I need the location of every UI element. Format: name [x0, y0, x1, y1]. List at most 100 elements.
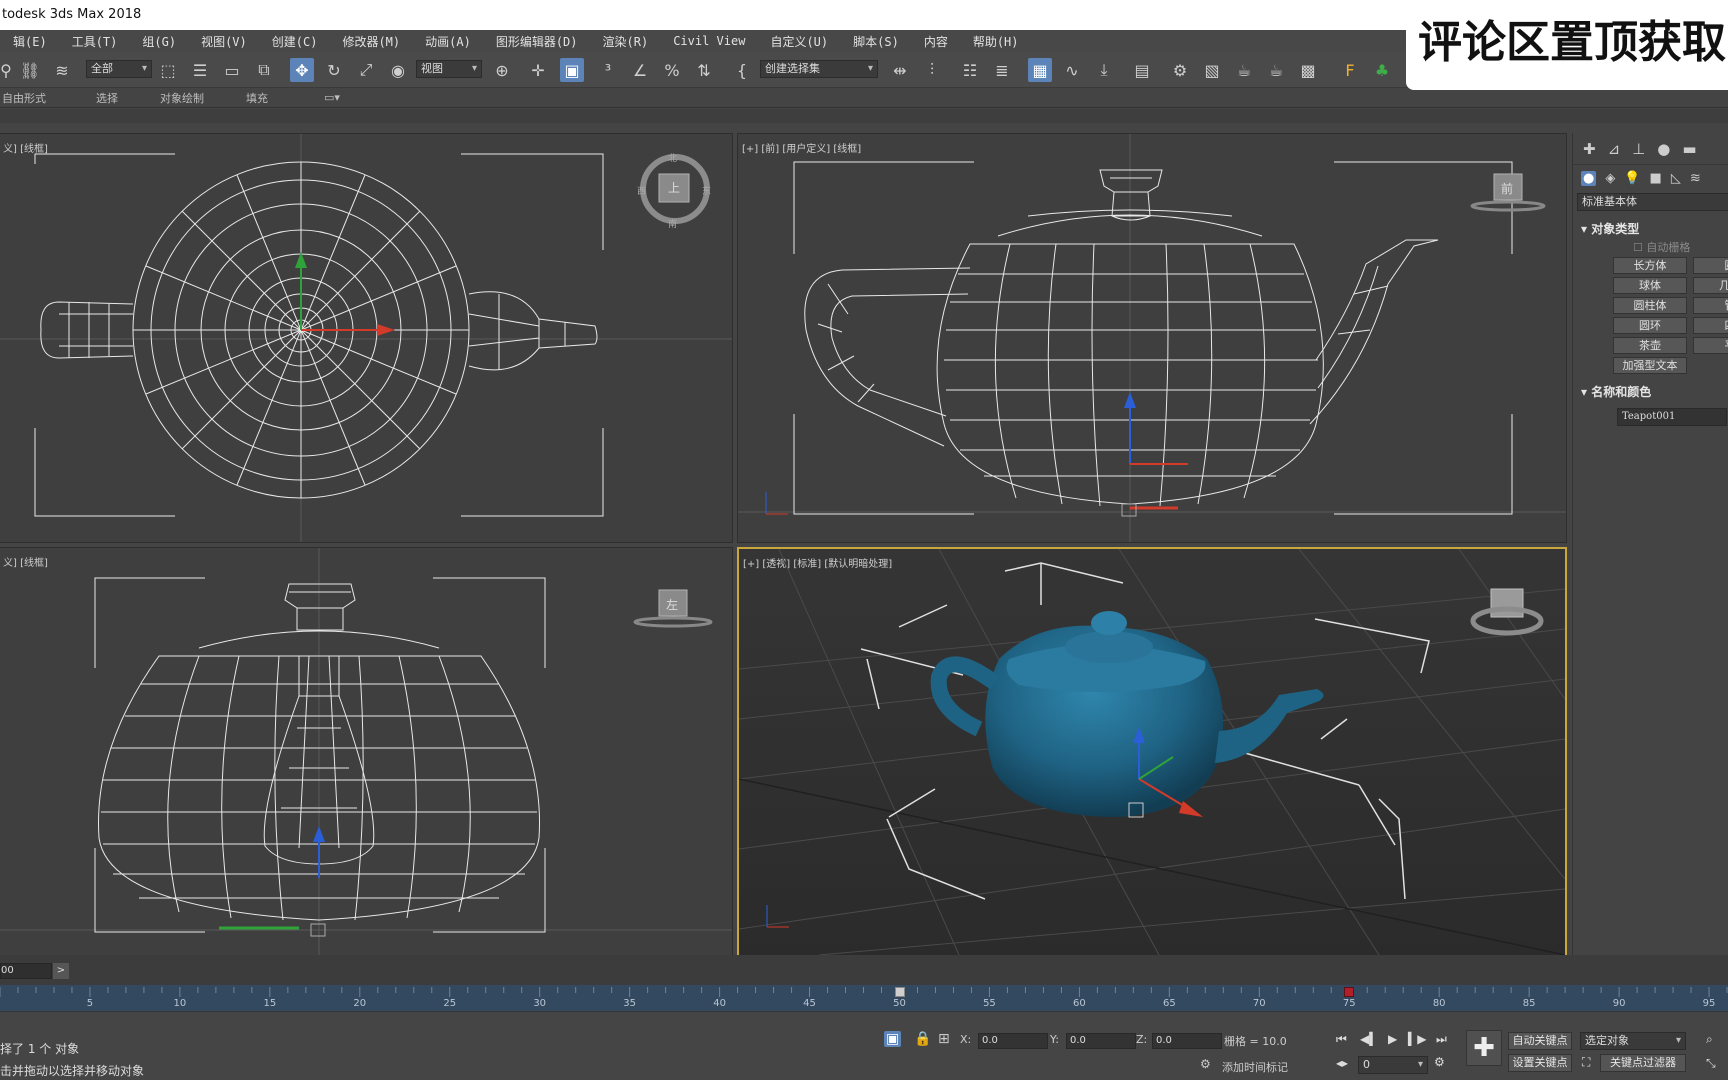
- name-color-rollout[interactable]: ▾ 名称和颜色: [1573, 382, 1728, 402]
- box-button[interactable]: 长方体: [1613, 257, 1687, 274]
- menu-animation[interactable]: 动画(A): [412, 33, 483, 50]
- viewport-left[interactable]: 义] [线框] 左: [0, 547, 733, 957]
- x-coordinate-field[interactable]: 0.0: [978, 1033, 1048, 1049]
- menu-modifiers[interactable]: 修改器(M): [329, 33, 412, 50]
- viewcube-top-face[interactable]: 上: [668, 179, 680, 196]
- menu-customize[interactable]: 自定义(U): [757, 33, 840, 50]
- ribbon-toggle-icon[interactable]: ▦: [1028, 58, 1052, 82]
- next-frame-icon[interactable]: ▍▶: [1408, 1032, 1426, 1046]
- ribbon-options-icon[interactable]: ▭▾: [324, 91, 340, 104]
- tree-plugin-icon[interactable]: ♣: [1370, 58, 1394, 82]
- menu-views[interactable]: 视图(V): [188, 33, 259, 50]
- auto-key-button[interactable]: 自动关键点: [1508, 1032, 1572, 1050]
- render-iterative-icon[interactable]: ☕: [1264, 58, 1288, 82]
- pivot-center-icon[interactable]: ⊕: [490, 58, 514, 82]
- ribbon-tab-populate[interactable]: 填充: [246, 90, 268, 106]
- menu-create[interactable]: 创建(C): [259, 33, 330, 50]
- select-move-icon[interactable]: ✥: [290, 58, 314, 82]
- next-frame-button[interactable]: >: [53, 963, 69, 979]
- object-type-rollout[interactable]: ▾ 对象类型: [1573, 219, 1728, 239]
- snaps-toggle-icon[interactable]: ³: [596, 58, 620, 82]
- play-icon[interactable]: ▶: [1388, 1032, 1397, 1046]
- rect-selection-icon[interactable]: ▭: [220, 58, 244, 82]
- link-icon[interactable]: ⚲: [0, 58, 18, 82]
- menu-scripting[interactable]: 脚本(S): [840, 33, 911, 50]
- cameras-icon[interactable]: ■: [1650, 171, 1662, 186]
- selection-filter-dropdown[interactable]: 全部: [86, 60, 152, 78]
- set-key-button[interactable]: 设置关键点: [1508, 1054, 1572, 1072]
- viewcube-front-face[interactable]: 前: [1501, 180, 1513, 197]
- viewport-perspective[interactable]: [+] [透视] [标准] [默认明暗处理]: [737, 547, 1567, 957]
- menu-civil-view[interactable]: Civil View: [660, 34, 757, 48]
- object-name-field[interactable]: Teapot001: [1617, 408, 1727, 426]
- selected-objects-dropdown[interactable]: 选定对象: [1580, 1032, 1686, 1050]
- schematic-view-icon[interactable]: ⤓: [1092, 58, 1116, 82]
- plane-button[interactable]: 平: [1693, 337, 1728, 354]
- selection-lock-icon[interactable]: 🔒: [914, 1031, 931, 1047]
- create-tab-icon[interactable]: ✚: [1583, 140, 1596, 158]
- ribbon-tab-selection[interactable]: 选择: [96, 90, 118, 106]
- bind-space-warp-icon[interactable]: ≋: [50, 58, 74, 82]
- viewport-front[interactable]: [+] [前] [用户定义] [线框] 前: [737, 133, 1567, 543]
- key-mode-icon[interactable]: ◂▸: [1336, 1056, 1348, 1070]
- key-filters-button[interactable]: 关键点过滤器: [1600, 1054, 1686, 1072]
- menu-tools[interactable]: 工具(T): [59, 33, 130, 50]
- time-config-icon[interactable]: ⚙: [1434, 1055, 1445, 1069]
- previous-frame-icon[interactable]: ◀▍: [1360, 1032, 1378, 1046]
- torus-button[interactable]: 圆环: [1613, 317, 1687, 334]
- geometry-icon[interactable]: ●: [1581, 170, 1597, 186]
- edit-named-sets-icon[interactable]: {: [730, 58, 754, 82]
- shapes-icon[interactable]: ◈: [1605, 171, 1615, 186]
- material-editor-icon[interactable]: ▤: [1130, 58, 1154, 82]
- menu-content[interactable]: 内容: [911, 33, 960, 50]
- named-selection-set-dropdown[interactable]: 创建选择集: [760, 60, 878, 78]
- menu-graph-editors[interactable]: 图形编辑器(D): [483, 33, 590, 50]
- viewport-top[interactable]: 义] [线框] 上 北 南 西 东: [0, 133, 733, 543]
- helpers-icon[interactable]: ◺: [1671, 171, 1681, 186]
- menu-edit[interactable]: 辑(E): [0, 33, 59, 50]
- display-tab-icon[interactable]: ▬: [1682, 140, 1696, 158]
- z-coordinate-field[interactable]: 0.0: [1152, 1033, 1222, 1049]
- modify-tab-icon[interactable]: ⊿: [1608, 140, 1621, 158]
- current-frame-spinner[interactable]: 0: [1358, 1056, 1428, 1074]
- render-in-cloud-icon[interactable]: ▩: [1296, 58, 1320, 82]
- select-by-name-icon[interactable]: ☰: [188, 58, 212, 82]
- menu-help[interactable]: 帮助(H): [960, 33, 1031, 50]
- hierarchy-tab-icon[interactable]: ⊥: [1632, 140, 1645, 158]
- geosphere-button[interactable]: 几何: [1693, 277, 1728, 294]
- y-coordinate-field[interactable]: 0.0: [1066, 1033, 1136, 1049]
- render-setup-icon[interactable]: ⚙: [1168, 58, 1192, 82]
- window-crossing-icon[interactable]: ⧉: [252, 58, 276, 82]
- unlink-icon[interactable]: ⛓: [18, 58, 42, 82]
- absolute-mode-icon[interactable]: ⊞: [938, 1031, 950, 1047]
- isolate-selection-icon[interactable]: ▣: [884, 1031, 902, 1047]
- angle-snap-icon[interactable]: ∠: [628, 58, 652, 82]
- reference-coord-dropdown[interactable]: 视图: [416, 60, 482, 78]
- render-production-icon[interactable]: ☕: [1232, 58, 1256, 82]
- curve-editor-icon[interactable]: ∿: [1060, 58, 1084, 82]
- keyboard-shortcut-override-icon[interactable]: ▣: [560, 58, 584, 82]
- pyramid-button[interactable]: 四: [1693, 317, 1728, 334]
- time-slider-frame[interactable]: 00: [0, 963, 52, 979]
- ribbon-tab-freeform[interactable]: 自由形式: [2, 90, 46, 106]
- cylinder-button[interactable]: 圆柱体: [1613, 297, 1687, 314]
- placement-icon[interactable]: ◉: [386, 58, 410, 82]
- lights-icon[interactable]: 💡: [1624, 171, 1640, 186]
- set-key-icon[interactable]: ✚: [1466, 1030, 1502, 1066]
- layer-explorer-icon[interactable]: ≣: [990, 58, 1014, 82]
- keyframe-marker[interactable]: [1344, 987, 1355, 997]
- scene-explorer-icon[interactable]: ☷: [958, 58, 982, 82]
- mirror-icon[interactable]: ⇹: [888, 58, 912, 82]
- zoom-all-icon[interactable]: ⤡: [1706, 1056, 1716, 1071]
- track-bar[interactable]: 5 10 15 20 25 30 35 40 45 50 55 60 65 70 75 80 85 90 95: [0, 985, 1728, 1011]
- menu-group[interactable]: 组(G): [129, 33, 188, 50]
- rendered-frame-window-icon[interactable]: ▧: [1200, 58, 1224, 82]
- time-tag-icon[interactable]: ⚙: [1200, 1057, 1211, 1071]
- text-plus-button[interactable]: 加强型文本: [1613, 357, 1687, 374]
- select-object-icon[interactable]: ⬚: [156, 58, 180, 82]
- percent-snap-icon[interactable]: %: [660, 58, 684, 82]
- sphere-button[interactable]: 球体: [1613, 277, 1687, 294]
- go-to-end-icon[interactable]: ⏭: [1436, 1032, 1447, 1047]
- ribbon-tab-object-paint[interactable]: 对象绘制: [160, 90, 204, 106]
- viewcube-left-face[interactable]: 左: [666, 596, 678, 613]
